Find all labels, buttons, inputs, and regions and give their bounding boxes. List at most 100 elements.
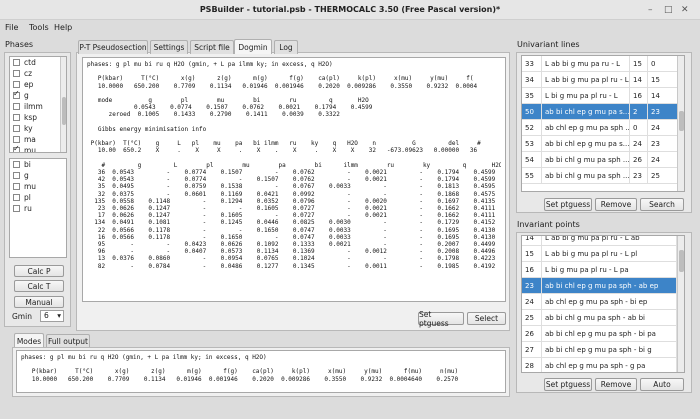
phases-top-scrollbar[interactable] bbox=[60, 57, 66, 152]
univariant-row[interactable]: 33 L ab bi g mu pa ru - L 15 0 bbox=[522, 56, 684, 72]
checkbox[interactable] bbox=[13, 172, 20, 179]
cell-b: 14 bbox=[651, 91, 660, 100]
univariant-row[interactable]: 54 ab bi chl g mu pa sph ... 26 24 bbox=[522, 152, 684, 168]
tab-script-file[interactable]: Script file bbox=[190, 40, 234, 54]
invariant-row[interactable]: 15 L ab bi g mu pa pl ru - L pl bbox=[522, 246, 684, 262]
phase-checkbox-row[interactable]: ilmm bbox=[10, 101, 66, 112]
checkbox[interactable] bbox=[13, 136, 20, 143]
cell-id: 50 bbox=[522, 104, 542, 119]
phase-checkbox-row[interactable]: bi bbox=[10, 159, 66, 170]
checkbox[interactable] bbox=[13, 114, 20, 121]
menu-tools[interactable]: Tools bbox=[29, 23, 49, 32]
menu-file[interactable]: File bbox=[5, 23, 18, 32]
cell-id: 54 bbox=[522, 152, 542, 167]
phase-checkbox-row[interactable]: mu bbox=[10, 181, 66, 192]
tab-log[interactable]: Log bbox=[274, 40, 298, 54]
univariant-row[interactable]: 55 ab bi chl g mu pa sph ... 23 25 bbox=[522, 168, 684, 184]
menu-help[interactable]: Help bbox=[54, 23, 72, 32]
phase-name: mu bbox=[24, 182, 37, 191]
checkbox[interactable] bbox=[13, 144, 20, 152]
tab-settings[interactable]: Settings bbox=[150, 40, 188, 54]
tab-modes[interactable]: Modes bbox=[14, 333, 44, 348]
calc-p-button[interactable]: Calc P bbox=[14, 265, 64, 277]
dogmin-output-area[interactable]: phases: g pl mu bi ru q H2O (gmin, + L p… bbox=[82, 57, 506, 302]
gmin-spinbox[interactable]: 6 ▾ bbox=[40, 310, 64, 322]
cell-b: 23 bbox=[651, 139, 660, 148]
phase-checkbox-row[interactable]: mu bbox=[10, 144, 66, 153]
phase-checkbox-row[interactable]: cz bbox=[10, 68, 66, 79]
maximize-button[interactable]: □ bbox=[664, 5, 673, 15]
tab-dogmin[interactable]: Dogmin bbox=[234, 39, 272, 54]
checkbox[interactable] bbox=[13, 125, 20, 132]
invariant-row[interactable]: 26 ab bi chl ep g mu pa sph - bi pa bbox=[522, 326, 684, 342]
phases-list-top[interactable]: ctd cz ep g ilmm ksp ky ma mu bbox=[9, 56, 67, 153]
scroll-thumb[interactable] bbox=[679, 250, 684, 272]
cell-b: 25 bbox=[651, 171, 660, 180]
scroll-thumb[interactable] bbox=[679, 111, 684, 131]
checkbox[interactable] bbox=[13, 161, 20, 168]
cell-name: ab chl ep g mu pa sph ... bbox=[542, 120, 630, 135]
checkbox[interactable] bbox=[13, 103, 20, 110]
cell-id: 16 bbox=[522, 262, 542, 277]
invariant-auto-button[interactable]: Auto bbox=[640, 378, 684, 391]
phase-name: bi bbox=[24, 160, 31, 169]
phase-checkbox-row[interactable]: g bbox=[10, 170, 66, 181]
chevron-down-icon[interactable]: ▾ bbox=[57, 311, 61, 321]
window-title: PSBuilder - tutorial.psb - THERMOCALC 3.… bbox=[199, 5, 501, 14]
univariant-row[interactable]: 34 L ab bi g mu pa pl ru - L 14 15 bbox=[522, 72, 684, 88]
univariant-search-button[interactable]: Search bbox=[640, 198, 684, 211]
checkbox[interactable] bbox=[13, 70, 20, 77]
univariant-row[interactable]: 50 ab bi chl ep g mu pa s... 2 23 bbox=[522, 104, 684, 120]
invariant-set-ptguess-button[interactable]: Set ptguess bbox=[544, 378, 592, 391]
univariant-scrollbar[interactable] bbox=[677, 56, 684, 191]
phase-checkbox-row[interactable]: g bbox=[10, 89, 66, 101]
invariant-row[interactable]: 27 ab bi chl ep g mu pa sph - bi g bbox=[522, 342, 684, 358]
tab-pt-pseudosection[interactable]: P-T Pseudosection bbox=[78, 40, 148, 54]
checkbox[interactable] bbox=[13, 194, 20, 201]
invariant-row[interactable]: 16 L bi g mu pa pl ru - L pa bbox=[522, 262, 684, 278]
phase-name: mu bbox=[24, 146, 37, 153]
phase-checkbox-row[interactable]: ksp bbox=[10, 112, 66, 123]
univariant-row[interactable]: 35 L bi g mu pa pl ru - L 16 14 bbox=[522, 88, 684, 104]
cell-a: 0 bbox=[630, 120, 648, 135]
univariant-set-ptguess-button[interactable]: Set ptguess bbox=[544, 198, 592, 211]
scroll-thumb[interactable] bbox=[62, 97, 66, 125]
invariant-row[interactable]: 14 L ab bi g mu pa pl ru - L ab bbox=[522, 236, 684, 246]
checkbox[interactable] bbox=[13, 183, 20, 190]
modes-output-area[interactable]: phases: g pl mu bi ru q H2O (gmin, + L p… bbox=[16, 350, 506, 393]
minimize-button[interactable]: – bbox=[648, 5, 653, 15]
phase-checkbox-row[interactable]: ctd bbox=[10, 57, 66, 68]
invariant-row[interactable]: 28 ab chl ep g mu pa sph - g pa bbox=[522, 358, 684, 372]
cell-b: 0 bbox=[651, 59, 656, 68]
univariant-row[interactable]: 53 ab bi chl ep g mu pa s... 24 23 bbox=[522, 136, 684, 152]
calc-t-button[interactable]: Calc T bbox=[14, 280, 64, 292]
set-ptguess-button[interactable]: Set ptguess bbox=[418, 310, 464, 328]
select-button[interactable]: Select bbox=[467, 312, 506, 325]
phase-name: cz bbox=[24, 69, 33, 78]
close-button[interactable]: ✕ bbox=[681, 5, 689, 15]
checkbox[interactable] bbox=[13, 89, 20, 99]
invariant-table[interactable]: 14 L ab bi g mu pa pl ru - L ab 15 L ab bi … bbox=[521, 235, 685, 373]
phase-checkbox-row[interactable]: ru bbox=[10, 203, 66, 214]
tab-full-output[interactable]: Full output bbox=[46, 334, 90, 348]
gmin-label: Gmin bbox=[12, 312, 32, 321]
cell-a: 24 bbox=[630, 136, 648, 151]
bottom-tabs: Modes Full output bbox=[14, 333, 114, 348]
invariant-row[interactable]: 23 ab bi chl ep g mu pa sph - ab ep bbox=[522, 278, 684, 294]
univariant-remove-button[interactable]: Remove bbox=[595, 198, 637, 211]
checkbox[interactable] bbox=[13, 205, 20, 212]
cell-name: ab bi chl g mu pa sph ... bbox=[542, 152, 630, 167]
invariant-row[interactable]: 24 ab chl ep g mu pa sph - bi ep bbox=[522, 294, 684, 310]
phase-checkbox-row[interactable]: pl bbox=[10, 192, 66, 203]
invariant-scrollbar[interactable] bbox=[677, 236, 684, 372]
phase-checkbox-row[interactable]: ky bbox=[10, 123, 66, 134]
phases-list-bottom[interactable]: bi g mu pl ru bbox=[9, 158, 67, 258]
checkbox[interactable] bbox=[13, 81, 20, 88]
cell-name: L ab bi g mu pa pl ru - L pl bbox=[542, 246, 677, 261]
invariant-row[interactable]: 25 ab bi chl g mu pa sph - ab bi bbox=[522, 310, 684, 326]
univariant-row[interactable]: 52 ab chl ep g mu pa sph ... 0 24 bbox=[522, 120, 684, 136]
checkbox[interactable] bbox=[13, 59, 20, 66]
invariant-remove-button[interactable]: Remove bbox=[595, 378, 637, 391]
univariant-table[interactable]: 33 L ab bi g mu pa ru - L 15 0 34 L ab bi g m… bbox=[521, 55, 685, 192]
manual-button[interactable]: Manual bbox=[14, 296, 64, 308]
